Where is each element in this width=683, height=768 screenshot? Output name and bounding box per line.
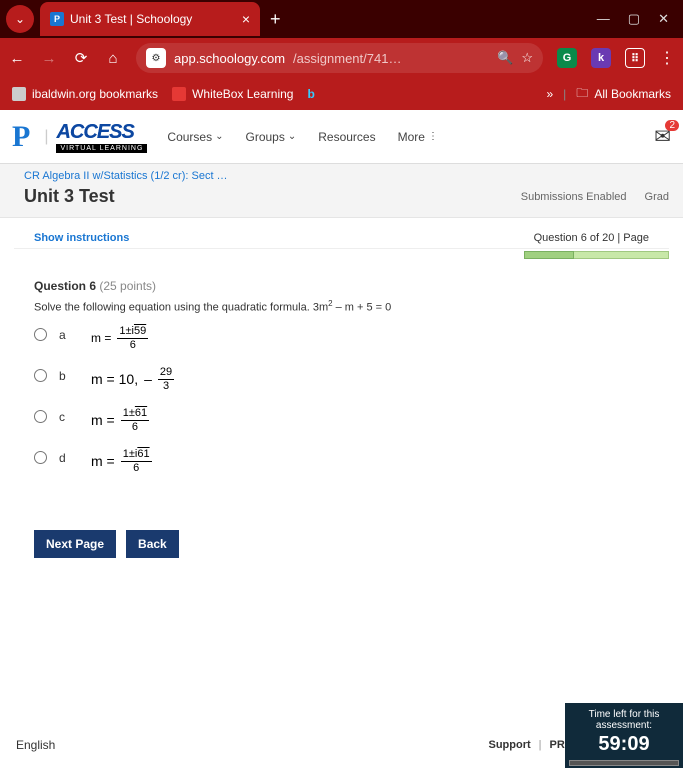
question-number: Question 6 (34, 279, 96, 293)
timer-time: 59:09 (569, 733, 679, 756)
bookmark-ibaldwin[interactable]: ibaldwin.org bookmarks (12, 87, 158, 101)
bing-icon: b (307, 87, 314, 101)
back-button[interactable]: Back (126, 530, 179, 558)
question-text: Solve the following equation using the q… (14, 299, 669, 326)
tab-strip: ⌄ P Unit 3 Test | Schoology × + — ▢ ✕ (0, 0, 683, 38)
question-points: (25 points) (99, 279, 156, 293)
site-settings-icon[interactable]: ⚙ (146, 48, 166, 68)
bookmark-bing[interactable]: b (307, 87, 314, 101)
question-progress-label: Question 6 of 20 | Page (534, 232, 649, 244)
browser-menu-icon[interactable]: ⋮ (659, 48, 675, 68)
nav-resources[interactable]: Resources (318, 130, 375, 144)
breadcrumb[interactable]: CR Algebra II w/Statistics (1/2 cr): Sec… (24, 170, 669, 182)
powerschool-logo[interactable]: P (12, 120, 30, 154)
bookmark-label: All Bookmarks (594, 87, 671, 101)
access-logo[interactable]: ACCESS VIRTUAL LEARNING (56, 121, 147, 153)
browser-tab[interactable]: P Unit 3 Test | Schoology × (40, 2, 260, 36)
address-bar[interactable]: ⚙ app.schoology.com/assignment/741… 🔍 ☆ (136, 43, 543, 73)
option-a[interactable]: a m = 1±i596 (34, 326, 649, 351)
url-path: /assignment/741… (293, 51, 401, 66)
bookmark-label: WhiteBox Learning (192, 87, 293, 101)
nav-reload-icon[interactable]: ⟳ (72, 49, 90, 67)
bookmark-whitebox[interactable]: WhiteBox Learning (172, 87, 293, 101)
whitebox-icon (172, 87, 186, 101)
extension-grammarly-icon[interactable]: G (557, 48, 577, 68)
tab-close-icon[interactable]: × (242, 11, 250, 27)
window-close-icon[interactable]: ✕ (658, 11, 669, 27)
option-b[interactable]: b m = 10,– 293 (34, 367, 649, 392)
mail-icon[interactable]: ✉2 (654, 124, 671, 149)
progress-bar (524, 251, 669, 261)
nav-forward-icon[interactable]: → (40, 50, 58, 67)
nav-groups[interactable]: Groups ⌄ (245, 130, 296, 144)
language-selector[interactable]: English (16, 738, 55, 752)
page-title: Unit 3 Test (24, 186, 115, 207)
tab-search-button[interactable]: ⌄ (6, 5, 34, 33)
grades-link[interactable]: Grad (645, 191, 669, 203)
tab-favicon: P (50, 12, 64, 26)
window-maximize-icon[interactable]: ▢ (628, 11, 640, 27)
radio-b[interactable] (34, 369, 47, 382)
extension-kami-icon[interactable]: k (591, 48, 611, 68)
window-minimize-icon[interactable]: — (597, 11, 610, 27)
timer-label: Time left for this (569, 709, 679, 720)
new-tab-button[interactable]: + (270, 9, 281, 30)
site-header: P | ACCESS VIRTUAL LEARNING Courses ⌄ Gr… (0, 110, 683, 164)
url-host: app.schoology.com (174, 51, 285, 66)
chevron-down-icon: ⌄ (215, 131, 223, 142)
all-bookmarks[interactable]: 🗀 All Bookmarks (576, 84, 671, 105)
nav-home-icon[interactable]: ⌂ (104, 50, 122, 67)
nav-courses[interactable]: Courses ⌄ (167, 130, 223, 144)
radio-c[interactable] (34, 410, 47, 423)
option-c[interactable]: c m = 1±616 (34, 408, 649, 433)
extensions-icon[interactable]: ⠿ (625, 48, 645, 68)
bookmark-label: ibaldwin.org bookmarks (32, 87, 158, 101)
nav-more[interactable]: More ⋮ (398, 130, 438, 144)
option-d[interactable]: d m = 1±i616 (34, 449, 649, 474)
zoom-icon[interactable]: 🔍 (497, 50, 513, 66)
submissions-status: Submissions Enabled (521, 191, 627, 203)
timer-widget: Time left for this assessment: 59:09 (565, 703, 683, 768)
folder-icon (12, 87, 26, 101)
radio-d[interactable] (34, 451, 47, 464)
radio-a[interactable] (34, 328, 47, 341)
more-icon: ⋮ (428, 131, 438, 142)
chevron-down-icon: ⌄ (288, 131, 296, 142)
bookmark-star-icon[interactable]: ☆ (521, 50, 533, 66)
bookmarks-overflow-icon[interactable]: » (546, 87, 553, 101)
show-instructions-link[interactable]: Show instructions (34, 232, 129, 244)
next-page-button[interactable]: Next Page (34, 530, 116, 558)
footer-support[interactable]: Support (488, 739, 530, 751)
question-panel: Show instructions Question 6 of 20 | Pag… (14, 218, 669, 588)
nav-back-icon[interactable]: ← (8, 50, 26, 67)
mail-badge: 2 (665, 120, 679, 131)
tab-title: Unit 3 Test | Schoology (70, 12, 192, 26)
timer-scrollbar[interactable] (569, 760, 679, 766)
timer-label2: assessment: (569, 720, 679, 731)
folder-icon: 🗀 (576, 84, 588, 105)
